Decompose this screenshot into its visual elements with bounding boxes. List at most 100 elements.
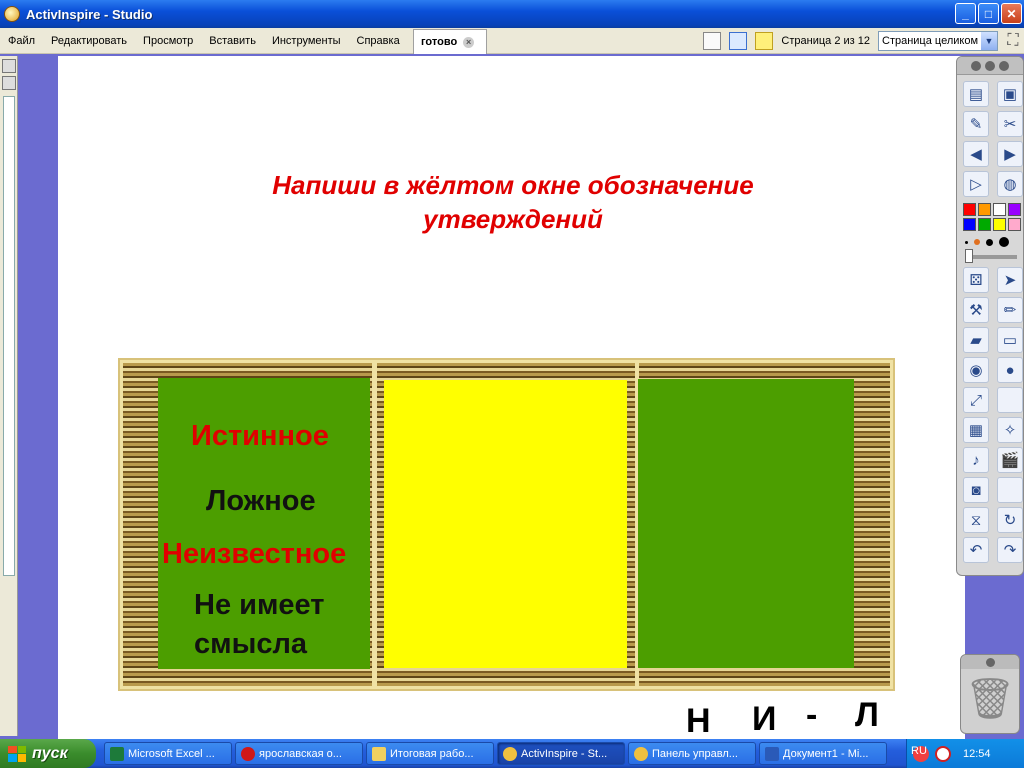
dock-tool-icon[interactable]: [2, 76, 16, 90]
menu-edit[interactable]: Редактировать: [43, 35, 135, 47]
task-control-panel-label: Панель управл...: [652, 747, 738, 760]
tab-close-icon[interactable]: ×: [463, 36, 475, 48]
magic-ink-icon[interactable]: ✧: [997, 417, 1023, 443]
clear-icon[interactable]: ▦: [963, 417, 989, 443]
tools-icon[interactable]: ⚒: [963, 297, 989, 323]
tray-antivirus-icon[interactable]: [935, 745, 951, 762]
eraser-icon[interactable]: ▭: [997, 327, 1023, 353]
globe-icon[interactable]: ◍: [997, 171, 1023, 197]
task-excel[interactable]: Microsoft Excel ...: [104, 742, 232, 765]
color-swatch-orange[interactable]: [978, 203, 991, 216]
spacer-icon: [997, 387, 1023, 413]
color-palette: [957, 197, 1023, 231]
close-button[interactable]: ✕: [1001, 3, 1022, 24]
letter-i[interactable]: И: [752, 700, 776, 739]
toolbox-collapse-icon[interactable]: [999, 60, 1009, 71]
pen-size-4[interactable]: [999, 237, 1009, 247]
window-title: ActivInspire - Studio: [26, 6, 153, 22]
desktop-annotate-icon[interactable]: ✂: [997, 111, 1023, 137]
prev-page-icon[interactable]: ◀: [963, 141, 989, 167]
task-activinspire[interactable]: ActivInspire - St...: [497, 742, 625, 765]
color-swatch-red[interactable]: [963, 203, 976, 216]
start-button[interactable]: пуск: [0, 739, 96, 768]
task-excel-label: Microsoft Excel ...: [128, 747, 215, 760]
word-meaningless-1[interactable]: Не имеет: [194, 589, 325, 622]
menu-file[interactable]: Файл: [0, 35, 43, 47]
trash-icon[interactable]: 🗑: [961, 675, 1019, 722]
activinspire-icon: [4, 6, 20, 22]
fill-icon[interactable]: ◉: [963, 357, 989, 383]
pen-size-3[interactable]: [986, 238, 993, 246]
menu-view[interactable]: Просмотр: [135, 35, 201, 47]
word-unknown[interactable]: Неизвестное: [162, 538, 346, 571]
green-panel-right: [638, 379, 854, 668]
minimize-button[interactable]: _: [955, 3, 976, 24]
revealer-icon[interactable]: ⧖: [963, 507, 989, 533]
undo-icon[interactable]: ↶: [963, 537, 989, 563]
dock-pin-icon[interactable]: [2, 59, 16, 73]
play-icon[interactable]: ▷: [963, 171, 989, 197]
reset-icon[interactable]: ↻: [997, 507, 1023, 533]
browser-icon[interactable]: ▤: [963, 81, 989, 107]
letter-l[interactable]: Л: [855, 696, 879, 735]
flipchart-icon[interactable]: ✎: [963, 111, 989, 137]
slider-thumb[interactable]: [965, 249, 973, 263]
control-panel-icon: [634, 746, 648, 761]
trash-pin-icon[interactable]: [985, 657, 995, 667]
recorder-icon[interactable]: ♪: [963, 447, 989, 473]
opera-icon: [241, 746, 255, 761]
flipchart-page: Напиши в жёлтом окне обозначение утвержд…: [58, 56, 965, 741]
chevron-down-icon[interactable]: ▼: [981, 32, 997, 50]
color-swatch-green[interactable]: [978, 218, 991, 231]
language-indicator[interactable]: RU: [911, 745, 927, 757]
pen-width-slider[interactable]: [965, 249, 1017, 263]
zoom-select[interactable]: Страница целиком ▼: [878, 31, 998, 51]
clock[interactable]: 12:54: [963, 748, 991, 760]
shape-icon[interactable]: ●: [997, 357, 1023, 383]
task-word[interactable]: Документ1 - Mi...: [759, 742, 887, 765]
connector-icon[interactable]: ⤢: [963, 387, 989, 413]
trash-dock-header: [961, 655, 1019, 669]
task-control-panel[interactable]: Панель управл...: [628, 742, 756, 765]
letter-n[interactable]: Н: [686, 702, 711, 741]
pen-size-1[interactable]: [965, 240, 968, 244]
pen-icon[interactable]: ✏: [997, 297, 1023, 323]
color-swatch-blue[interactable]: [963, 218, 976, 231]
next-page-icon[interactable]: ▶: [997, 141, 1023, 167]
color-swatch-purple[interactable]: [1008, 203, 1021, 216]
task-folder[interactable]: Итоговая рабо...: [366, 742, 494, 765]
desktop: ActivInspire - Studio _ □ ✕ Файл Редакти…: [0, 0, 1024, 768]
snowflake-icon[interactable]: [729, 32, 748, 50]
page-sorter-icon[interactable]: [703, 32, 722, 50]
yellow-answer-panel[interactable]: [384, 380, 627, 668]
toolbox-main-tools: ⚄ ➤ ⚒ ✏ ▰ ▭ ◉ ● ⤢ ▦ ✧ ♪ 🎬 ◙ ⧖ ↻ ↶ ↷: [957, 261, 1023, 563]
camera-icon[interactable]: ◙: [963, 477, 989, 503]
toolbox-expand-icon[interactable]: [985, 60, 995, 71]
task-activinspire-label: ActivInspire - St...: [521, 747, 608, 760]
word-false[interactable]: Ложное: [206, 485, 316, 518]
browser-panel-strip[interactable]: [3, 96, 15, 576]
pen-size-2[interactable]: [974, 239, 980, 245]
screen-clip-icon[interactable]: 🎬: [997, 447, 1023, 473]
highlighter-icon[interactable]: ▰: [963, 327, 989, 353]
color-swatch-pink[interactable]: [1008, 218, 1021, 231]
color-swatch-yellow[interactable]: [993, 218, 1006, 231]
menu-insert[interactable]: Вставить: [201, 35, 264, 47]
word-meaningless-2[interactable]: смысла: [194, 628, 307, 661]
fullscreen-icon[interactable]: ⛶: [1002, 30, 1024, 52]
document-tab[interactable]: готово ×: [413, 29, 487, 54]
maximize-button[interactable]: □: [978, 3, 999, 24]
redo-icon[interactable]: ↷: [997, 537, 1023, 563]
task-opera[interactable]: ярославская о...: [235, 742, 363, 765]
word-true[interactable]: Истинное: [191, 420, 329, 453]
dice-icon[interactable]: ⚄: [963, 267, 989, 293]
select-icon[interactable]: ➤: [997, 267, 1023, 293]
menu-tools[interactable]: Инструменты: [264, 35, 349, 47]
profile-icon[interactable]: ▣: [997, 81, 1023, 107]
letter-dash[interactable]: -: [806, 696, 817, 735]
toolbox-pin-icon[interactable]: [971, 60, 981, 71]
trash-dock: 🗑: [960, 654, 1020, 734]
sticky-note-icon[interactable]: [755, 32, 774, 50]
color-swatch-white[interactable]: [993, 203, 1006, 216]
menu-help[interactable]: Справка: [349, 35, 408, 47]
